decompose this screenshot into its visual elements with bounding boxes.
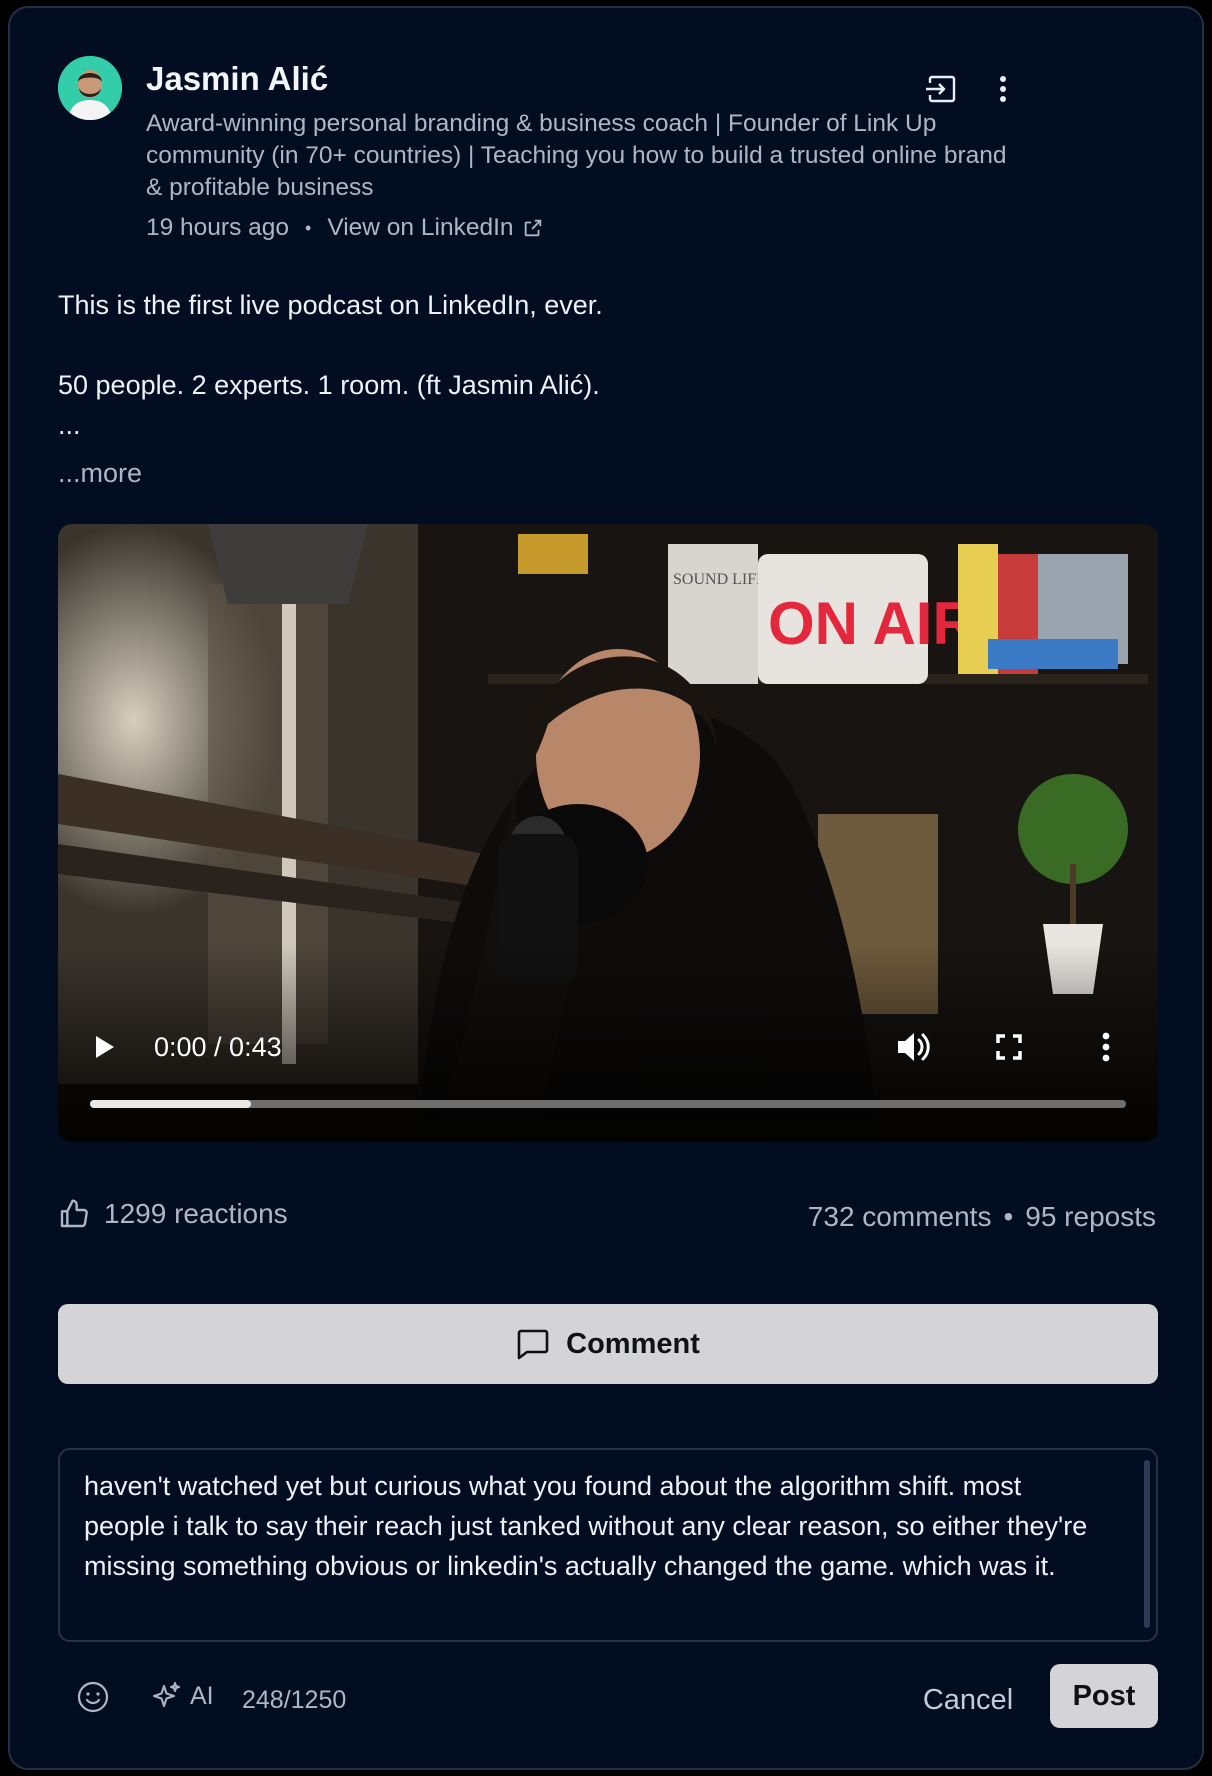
post-text-line-1: This is the first live podcast on Linked…: [58, 290, 603, 320]
cancel-button[interactable]: Cancel: [906, 1670, 1030, 1730]
video-progress-fill: [90, 1100, 251, 1108]
author-name[interactable]: Jasmin Alić: [146, 60, 328, 98]
view-on-linkedin-link[interactable]: View on LinkedIn: [327, 214, 543, 242]
comment-button[interactable]: Comment: [58, 1304, 1158, 1384]
comment-button-label: Comment: [566, 1327, 700, 1360]
comment-bubble-icon: [517, 1329, 549, 1360]
external-link-icon: [524, 219, 541, 237]
fullscreen-icon: [996, 1034, 1022, 1060]
on-air-sign-text: ON AIR: [768, 590, 976, 657]
volume-button[interactable]: [894, 1028, 934, 1066]
video-player[interactable]: SOUND LIFELINE ON AIR 0:00 / 0:43: [58, 524, 1158, 1142]
smiley-icon: [77, 1681, 109, 1713]
fullscreen-button[interactable]: [990, 1028, 1028, 1066]
vertical-dots-icon: [1102, 1032, 1110, 1062]
post-text-line-2: 50 people. 2 experts. 1 room. (ft Jasmin…: [58, 370, 600, 400]
scrollbar-thumb[interactable]: [1144, 1460, 1150, 1628]
author-avatar[interactable]: [58, 56, 122, 120]
play-button[interactable]: [88, 1030, 120, 1064]
sparkle-icon: [153, 1682, 180, 1707]
see-more-link[interactable]: ...more: [58, 458, 142, 489]
post-button[interactable]: Post: [1050, 1664, 1158, 1728]
comment-draft-text: haven't watched yet but curious what you…: [84, 1471, 1088, 1581]
reactions-label: 1299 reactions: [104, 1198, 288, 1229]
author-headline: Award-winning personal branding & busine…: [146, 110, 1007, 201]
post-card: Jasmin Alić Award-winning personal brand…: [8, 6, 1204, 1770]
post-meta: 19 hours ago • View on LinkedIn: [146, 214, 544, 242]
ai-assist-button[interactable]: AI: [150, 1680, 214, 1712]
video-options-button[interactable]: [1094, 1028, 1118, 1066]
more-options-button[interactable]: [984, 70, 1022, 108]
comments-count[interactable]: 732 comments: [808, 1201, 992, 1233]
engagement-stats: 732 comments • 95 reposts: [808, 1201, 1156, 1233]
avatar-image: [58, 56, 122, 120]
post-timestamp: 19 hours ago: [146, 214, 290, 241]
volume-icon: [898, 1033, 930, 1061]
sign-in-arrow-icon: [926, 75, 956, 103]
play-icon: [96, 1036, 114, 1058]
stats-separator: •: [1003, 1201, 1014, 1232]
ai-label: AI: [190, 1681, 214, 1710]
character-count: 248/1250: [242, 1686, 347, 1714]
meta-separator: •: [305, 217, 312, 238]
post-text-ellipsis: ...: [58, 410, 81, 440]
video-progress-bar[interactable]: [90, 1100, 1126, 1108]
video-time: 0:00 / 0:43: [154, 1032, 282, 1062]
open-in-panel-button[interactable]: [922, 70, 960, 108]
vertical-dots-icon: [1000, 76, 1006, 102]
reposts-count[interactable]: 95 reposts: [1025, 1201, 1156, 1233]
thumbs-up-icon: [60, 1199, 88, 1228]
emoji-button[interactable]: [76, 1680, 110, 1714]
view-on-linkedin-label: View on LinkedIn: [327, 214, 514, 241]
reactions-count[interactable]: 1299 reactions: [58, 1198, 288, 1230]
textarea-scrollbar[interactable]: [1144, 1460, 1150, 1628]
comment-textarea[interactable]: haven't watched yet but curious what you…: [58, 1448, 1158, 1642]
